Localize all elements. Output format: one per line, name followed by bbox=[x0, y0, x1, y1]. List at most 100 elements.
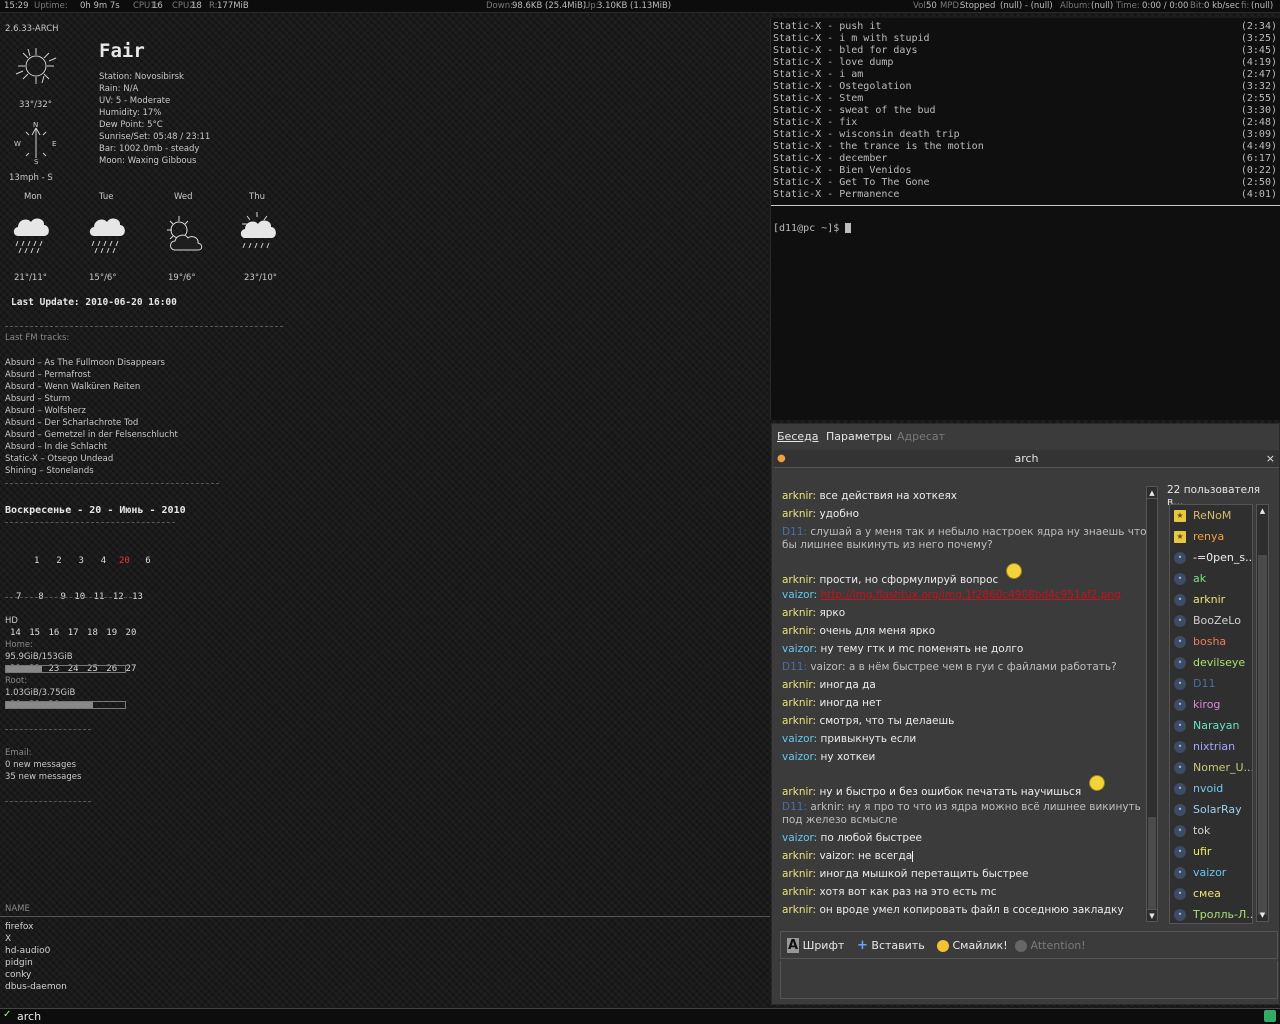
message-text: иногда да bbox=[819, 679, 876, 691]
list-item: Static-X – Otsego Undead bbox=[5, 454, 114, 464]
playlist-row: Static-X - the trance is the motion (4:49… bbox=[773, 141, 1279, 153]
message-nick[interactable]: D11 bbox=[782, 526, 803, 538]
user-list-item[interactable]: • ufir bbox=[1170, 841, 1252, 862]
chat-message: arknir: vaizor: не всегда bbox=[782, 850, 914, 862]
user-list-item[interactable]: • ak bbox=[1170, 568, 1252, 589]
message-nick[interactable]: arknir bbox=[782, 679, 813, 691]
message-nick[interactable]: arknir bbox=[782, 574, 813, 586]
font-button[interactable]: A Шрифт bbox=[787, 936, 844, 956]
user-list-item[interactable]: • nvoid bbox=[1170, 778, 1252, 799]
message-nick[interactable]: vaizor bbox=[782, 832, 814, 844]
user-list-item[interactable]: • BooZeLo bbox=[1170, 610, 1252, 631]
chat-message: vaizor: http://img.flashtux.org/img.1f28… bbox=[782, 589, 1121, 601]
menu-conversation[interactable]: Беседа bbox=[777, 430, 818, 443]
message-link[interactable]: http://img.flashtux.org/img.1f2860c4908b… bbox=[821, 589, 1121, 601]
message-nick[interactable]: arknir bbox=[782, 850, 813, 862]
user-list-item[interactable]: • arknir bbox=[1170, 589, 1252, 610]
message-text: ярко bbox=[819, 607, 846, 619]
user-list-item[interactable]: • Тролль-Л... bbox=[1170, 904, 1252, 923]
message-log[interactable]: arknir: все действия на хоткеях arknir: у… bbox=[780, 486, 1147, 922]
terminal-window[interactable]: Static-X - push it (2:34) Static-X - i m w… bbox=[770, 18, 1280, 420]
message-nick[interactable]: D11 bbox=[782, 661, 803, 673]
user-status-icon: • bbox=[1174, 699, 1186, 711]
message-nick[interactable]: D11 bbox=[782, 801, 803, 813]
message-nick[interactable]: arknir bbox=[782, 697, 813, 709]
playlist-row: Static-X - love dump (4:19) bbox=[773, 57, 1279, 69]
message-nick[interactable]: arknir bbox=[782, 607, 813, 619]
partly-cloudy-icon bbox=[167, 216, 203, 251]
user-name: смеа bbox=[1193, 887, 1221, 900]
process-list: firefox X hd-audio0 pidgin conky dbus-da… bbox=[5, 921, 67, 993]
user-list-item[interactable]: • bosha bbox=[1170, 631, 1252, 652]
scroll-up-icon[interactable]: ▲ bbox=[1147, 487, 1157, 499]
message-nick[interactable]: vaizor bbox=[782, 733, 814, 745]
list-item: Absurd – Der Scharlachrote Tod bbox=[5, 418, 139, 428]
insert-button[interactable]: + Вставить bbox=[857, 936, 925, 956]
playlist-duration: (4:49) bbox=[1240, 141, 1277, 152]
shell-prompt[interactable]: [d11@pc ~]$ bbox=[773, 223, 1279, 235]
playlist-row: Static-X - december (6:17) bbox=[773, 153, 1279, 165]
active-window-title[interactable]: arch bbox=[17, 1010, 41, 1023]
attention-button[interactable]: Attention! bbox=[1015, 936, 1086, 956]
user-list-item[interactable]: • -=0pen_s... bbox=[1170, 547, 1252, 568]
user-list-item[interactable]: • vaizor bbox=[1170, 862, 1252, 883]
message-nick[interactable]: arknir bbox=[782, 508, 813, 520]
user-list-item[interactable]: • tok bbox=[1170, 820, 1252, 841]
list-item: dbus-daemon bbox=[5, 982, 67, 992]
message-nick[interactable]: vaizor bbox=[782, 589, 814, 601]
user-status-icon: • bbox=[1174, 594, 1186, 606]
user-list-item[interactable]: • D11 bbox=[1170, 673, 1252, 694]
mpd-track: (null) - (null) bbox=[1000, 1, 1053, 11]
prompt-text: [d11@pc ~]$ bbox=[773, 223, 846, 234]
chat-message: vaizor: привыкнуть если bbox=[782, 733, 917, 745]
menu-bar: Беседа Параметры Адресат bbox=[772, 424, 1279, 448]
message-nick[interactable]: arknir bbox=[782, 490, 813, 502]
menu-options[interactable]: Параметры bbox=[826, 430, 892, 443]
user-list-item[interactable]: • Nomer_U... bbox=[1170, 757, 1252, 778]
message-nick[interactable]: arknir bbox=[782, 715, 813, 727]
list-item: firefox bbox=[5, 922, 34, 932]
message-nick[interactable]: arknir bbox=[782, 886, 813, 898]
scroll-down-icon[interactable]: ▼ bbox=[1257, 909, 1268, 921]
playlist-title: Static-X - i m with stupid bbox=[773, 33, 930, 44]
message-nick[interactable]: arknir bbox=[782, 904, 813, 916]
user-name: vaizor bbox=[1193, 866, 1227, 879]
playlist-row: Static-X - wisconsin death trip (3:09) bbox=[773, 129, 1279, 141]
message-nick[interactable]: arknir bbox=[782, 625, 813, 637]
message-text: удобно bbox=[819, 508, 860, 520]
text-cursor bbox=[912, 850, 914, 862]
smiley-button[interactable]: Смайлик! bbox=[937, 936, 1008, 956]
message-nick[interactable]: vaizor bbox=[782, 751, 814, 763]
message-scrollbar[interactable]: ▲ ▼ bbox=[1146, 486, 1158, 922]
user-list-item[interactable]: • SolarRay bbox=[1170, 799, 1252, 820]
scroll-up-icon[interactable]: ▲ bbox=[1257, 505, 1268, 517]
scroll-down-icon[interactable]: ▼ bbox=[1147, 909, 1157, 921]
user-list[interactable]: ★ ReNoM ★ renya • -=0pen_s... • ak • arknir • BooZe… bbox=[1169, 504, 1253, 924]
message-input[interactable] bbox=[780, 961, 1278, 999]
conversation-tab[interactable]: ● arch × bbox=[774, 450, 1279, 468]
tray-icon[interactable] bbox=[1264, 1010, 1276, 1022]
playlist-row: Static-X - sweat of the bud (3:30) bbox=[773, 105, 1279, 117]
message-text: ну и быстро и без ошибок печатать научиш… bbox=[819, 786, 1082, 798]
close-icon[interactable]: × bbox=[1266, 450, 1275, 468]
chat-message: arknir: хотя вот как раз на это есть mc bbox=[782, 886, 997, 898]
user-list-item[interactable]: ★ ReNoM bbox=[1170, 505, 1252, 526]
list-item: Absurd – Wenn Walküren Reiten bbox=[5, 382, 141, 392]
user-list-item[interactable]: • kirog bbox=[1170, 694, 1252, 715]
scrollbar-thumb[interactable] bbox=[1148, 817, 1156, 909]
user-list-item[interactable]: • devilseye bbox=[1170, 652, 1252, 673]
message-nick[interactable]: arknir bbox=[782, 786, 813, 798]
message-nick[interactable]: arknir bbox=[782, 868, 813, 880]
user-list-item[interactable]: • nixtrian bbox=[1170, 736, 1252, 757]
user-list-item[interactable]: ★ renya bbox=[1170, 526, 1252, 547]
message-text: прости, но сформулируй вопрос bbox=[819, 574, 999, 586]
user-list-scrollbar[interactable]: ▲ ▼ bbox=[1256, 504, 1269, 922]
user-list-item[interactable]: • смеа bbox=[1170, 883, 1252, 904]
chat-room-icon: ● bbox=[777, 453, 786, 464]
scrollbar-thumb[interactable] bbox=[1258, 555, 1267, 915]
user-list-item[interactable]: • Narayan bbox=[1170, 715, 1252, 736]
down-label: Down: bbox=[486, 1, 513, 11]
chat-message: D11: слушай а у меня так и небыло настро… bbox=[782, 526, 1147, 551]
message-nick[interactable]: vaizor bbox=[782, 643, 814, 655]
menu-recipient[interactable]: Адресат bbox=[897, 430, 945, 443]
